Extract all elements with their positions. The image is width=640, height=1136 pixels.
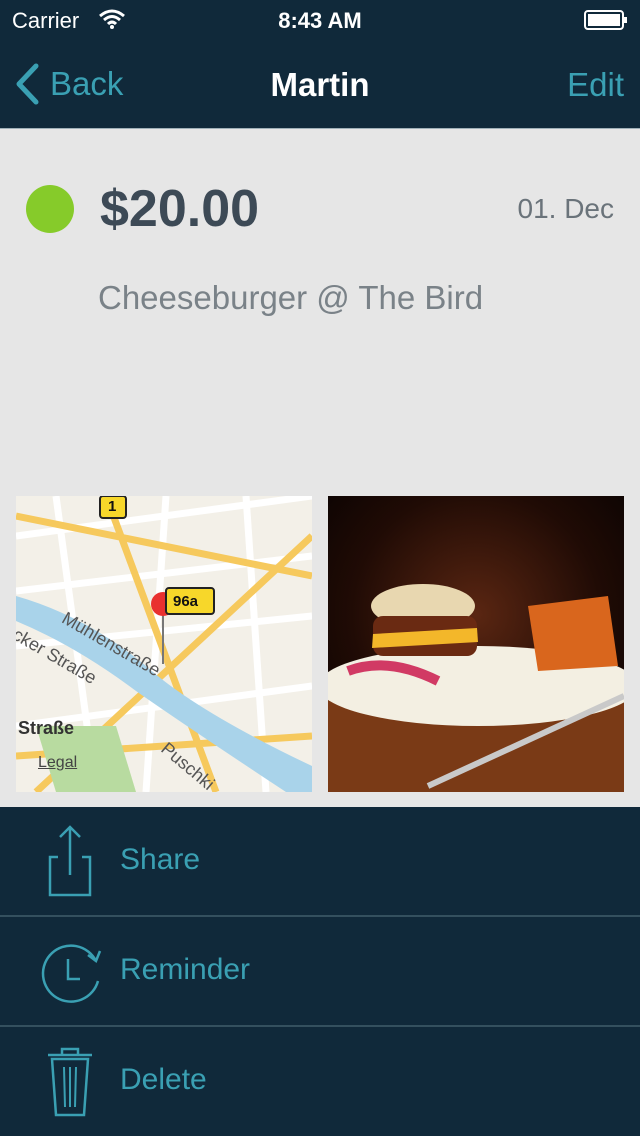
battery-icon (584, 10, 627, 30)
burger-photo (328, 496, 624, 792)
entry-detail: $20.00 01. Dec Cheeseburger @ The Bird 1… (0, 129, 640, 807)
location-map[interactable]: 1 96a Mühlenstraße cker Straße Straße Pu… (16, 496, 312, 792)
navigation-bar: Back Martin Edit (0, 40, 640, 128)
reminder-label: Reminder (120, 953, 251, 986)
share-label: Share (120, 843, 201, 876)
status-bar: Carrier 8:43 AM (0, 0, 640, 40)
map-route-badge-2: 96a (173, 593, 199, 610)
photo-thumbnail[interactable] (328, 496, 624, 792)
description-label: Cheeseburger @ The Bird (98, 279, 484, 316)
edit-button[interactable]: Edit (567, 66, 624, 104)
header: Carrier 8:43 AM Back Martin Edit (0, 0, 640, 128)
status-dot (26, 185, 74, 233)
trash-icon (48, 1047, 92, 1117)
share-icon (48, 825, 92, 897)
delete-action[interactable]: Delete (0, 1027, 640, 1135)
share-action[interactable]: Share (0, 807, 640, 915)
map-street-label: Straße (18, 718, 75, 738)
reminder-action[interactable]: Reminder (0, 917, 640, 1025)
map-legal-link[interactable]: Legal (38, 754, 77, 772)
reminder-clock-icon (41, 944, 102, 1003)
delete-label: Delete (120, 1063, 207, 1096)
date-label: 01. Dec (517, 193, 615, 224)
map-route-badge-1: 1 (108, 498, 117, 515)
action-list: Share Reminder Delete (0, 807, 640, 1136)
page-title: Martin (270, 66, 370, 103)
status-time: 8:43 AM (278, 8, 362, 33)
amount-label: $20.00 (100, 180, 260, 238)
